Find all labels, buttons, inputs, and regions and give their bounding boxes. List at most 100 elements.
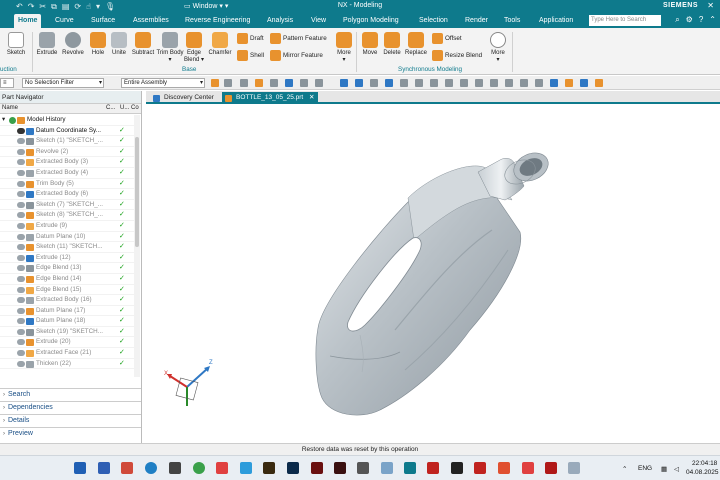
tree-row[interactable]: Sketch (7) "SKETCH_... ✓ — [0, 200, 134, 211]
tab-discovery-center[interactable]: Discovery Center — [150, 92, 218, 104]
help-icon[interactable]: ? — [699, 15, 703, 25]
select-icon[interactable] — [224, 79, 232, 87]
column-name[interactable]: Name — [2, 105, 18, 111]
tab-application[interactable]: Application — [535, 14, 577, 28]
select-icon[interactable] — [240, 79, 248, 87]
tab-tools[interactable]: Tools — [500, 14, 524, 28]
save-app-icon[interactable] — [98, 462, 110, 474]
tree-row[interactable]: Datum Coordinate Sy... ✓ — [0, 126, 134, 137]
snap-point-icon[interactable] — [535, 79, 543, 87]
visibility-icon[interactable] — [17, 265, 25, 272]
visibility-icon[interactable] — [17, 350, 25, 357]
tree-row[interactable]: Extracted Body (6) ✓ — [0, 189, 134, 200]
app-icon[interactable] — [451, 462, 463, 474]
selection-filter-select[interactable]: No Selection Filter ▾ — [22, 78, 104, 88]
app-icon[interactable] — [522, 462, 534, 474]
subtract-button[interactable]: Subtract — [129, 32, 157, 56]
app-icon[interactable] — [498, 462, 510, 474]
snap-point-icon[interactable] — [490, 79, 498, 87]
select-icon[interactable] — [270, 79, 278, 87]
select-icon[interactable] — [285, 79, 293, 87]
shell-button[interactable]: Shell — [237, 50, 264, 61]
tree-row[interactable]: Extracted Body (4) ✓ — [0, 168, 134, 179]
snap-point-icon[interactable] — [445, 79, 453, 87]
settings-icon[interactable]: ⚙ — [686, 15, 693, 25]
tree-row[interactable]: Sketch (11) "SKETCH... ✓ — [0, 242, 134, 253]
visibility-icon[interactable] — [17, 138, 25, 145]
expand-icon[interactable]: ▾ — [2, 115, 5, 126]
tab-polygon-modeling[interactable]: Polygon Modeling — [339, 14, 403, 28]
panel-details[interactable]: › Details — [0, 414, 141, 426]
tree-row[interactable]: Extrude (9) ✓ — [0, 221, 134, 232]
visibility-icon[interactable] — [17, 360, 25, 367]
tab-curve[interactable]: Curve — [51, 14, 78, 28]
tab-surface[interactable]: Surface — [87, 14, 119, 28]
visibility-icon[interactable] — [17, 244, 25, 251]
draft-button[interactable]: Draft — [237, 33, 264, 44]
snap-point-icon[interactable] — [370, 79, 378, 87]
nx-icon[interactable] — [427, 462, 439, 474]
visibility-icon[interactable] — [17, 191, 25, 198]
more-sync-button[interactable]: More ▾ — [484, 32, 512, 63]
snap-point-icon[interactable] — [355, 79, 363, 87]
more-base-button[interactable]: More ▾ — [330, 32, 358, 63]
select-icon[interactable] — [315, 79, 323, 87]
snap-point-icon[interactable] — [580, 79, 588, 87]
visibility-icon[interactable] — [17, 233, 25, 240]
app-icon[interactable] — [545, 462, 557, 474]
utorrent-icon[interactable] — [193, 462, 205, 474]
pattern-feature-button[interactable]: Pattern Feature — [270, 33, 327, 44]
network-icon[interactable]: ▦ — [661, 465, 667, 473]
select-icon[interactable] — [300, 79, 308, 87]
close-icon[interactable]: ✕ — [309, 94, 314, 101]
tree-row[interactable]: Edge Blend (15) ✓ — [0, 285, 134, 296]
tree-row[interactable]: Extracted Body (3) ✓ — [0, 157, 134, 168]
snap-point-icon[interactable] — [400, 79, 408, 87]
close-icon[interactable]: ✕ — [707, 1, 714, 10]
snap-icon[interactable] — [211, 79, 219, 87]
scrollbar-thumb[interactable] — [135, 137, 139, 247]
app-icon[interactable] — [357, 462, 369, 474]
selection-scope-select[interactable]: Entire Assembly ▾ — [121, 78, 205, 88]
snap-point-icon[interactable] — [460, 79, 468, 87]
tab-view[interactable]: View — [307, 14, 330, 28]
snap-point-icon[interactable] — [430, 79, 438, 87]
column-c[interactable]: C... — [106, 105, 115, 111]
tree-row[interactable]: Datum Plane (18) ✓ — [0, 316, 134, 327]
clock-time[interactable]: 22:04:18 — [692, 460, 717, 467]
snap-point-icon[interactable] — [475, 79, 483, 87]
tree-row[interactable]: Edge Blend (13) ✓ — [0, 263, 134, 274]
app-icon[interactable] — [169, 462, 181, 474]
tab-home[interactable]: Home — [14, 14, 42, 28]
visibility-icon[interactable] — [17, 201, 25, 208]
app-icon[interactable] — [381, 462, 393, 474]
tab-part-file[interactable]: BOTTLE_13_05_25.prt ✕ — [222, 92, 319, 104]
yandex-icon[interactable] — [216, 462, 228, 474]
visibility-icon[interactable] — [17, 286, 25, 293]
snap-point-icon[interactable] — [565, 79, 573, 87]
tree-row[interactable]: Sketch (1) "SKETCH_... ✓ — [0, 136, 134, 147]
tree-row[interactable]: Extracted Body (16) ✓ — [0, 295, 134, 306]
chamfer-button[interactable]: Chamfer — [206, 32, 234, 56]
command-search-input[interactable]: Type Here to Search — [589, 15, 661, 26]
snap-point-icon[interactable] — [505, 79, 513, 87]
tree-row[interactable]: Thicken (22) ✓ — [0, 359, 134, 370]
menu-button[interactable]: ≡ — [0, 78, 14, 88]
visibility-icon[interactable] — [17, 148, 25, 155]
app-icon[interactable] — [311, 462, 323, 474]
snap-point-icon[interactable] — [340, 79, 348, 87]
tab-render[interactable]: Render — [461, 14, 492, 28]
edge-blend-button[interactable]: Edge Blend ▾ — [180, 32, 208, 63]
visibility-icon[interactable] — [17, 328, 25, 335]
mirror-feature-button[interactable]: Mirror Feature — [270, 50, 323, 61]
pdf-app-icon[interactable] — [121, 462, 133, 474]
tree-row[interactable]: ▾ Model History — [0, 115, 134, 126]
visibility-icon[interactable] — [17, 180, 25, 187]
clock-date[interactable]: 04.08.2025 — [686, 469, 719, 476]
visibility-icon[interactable] — [17, 222, 25, 229]
app-icon[interactable] — [568, 462, 580, 474]
tree-row[interactable]: Trim Body (5) ✓ — [0, 179, 134, 190]
revolve-button[interactable]: Revolve — [59, 32, 87, 56]
tree-row[interactable]: Extracted Face (21) ✓ — [0, 348, 134, 359]
column-u[interactable]: U... — [120, 105, 129, 111]
